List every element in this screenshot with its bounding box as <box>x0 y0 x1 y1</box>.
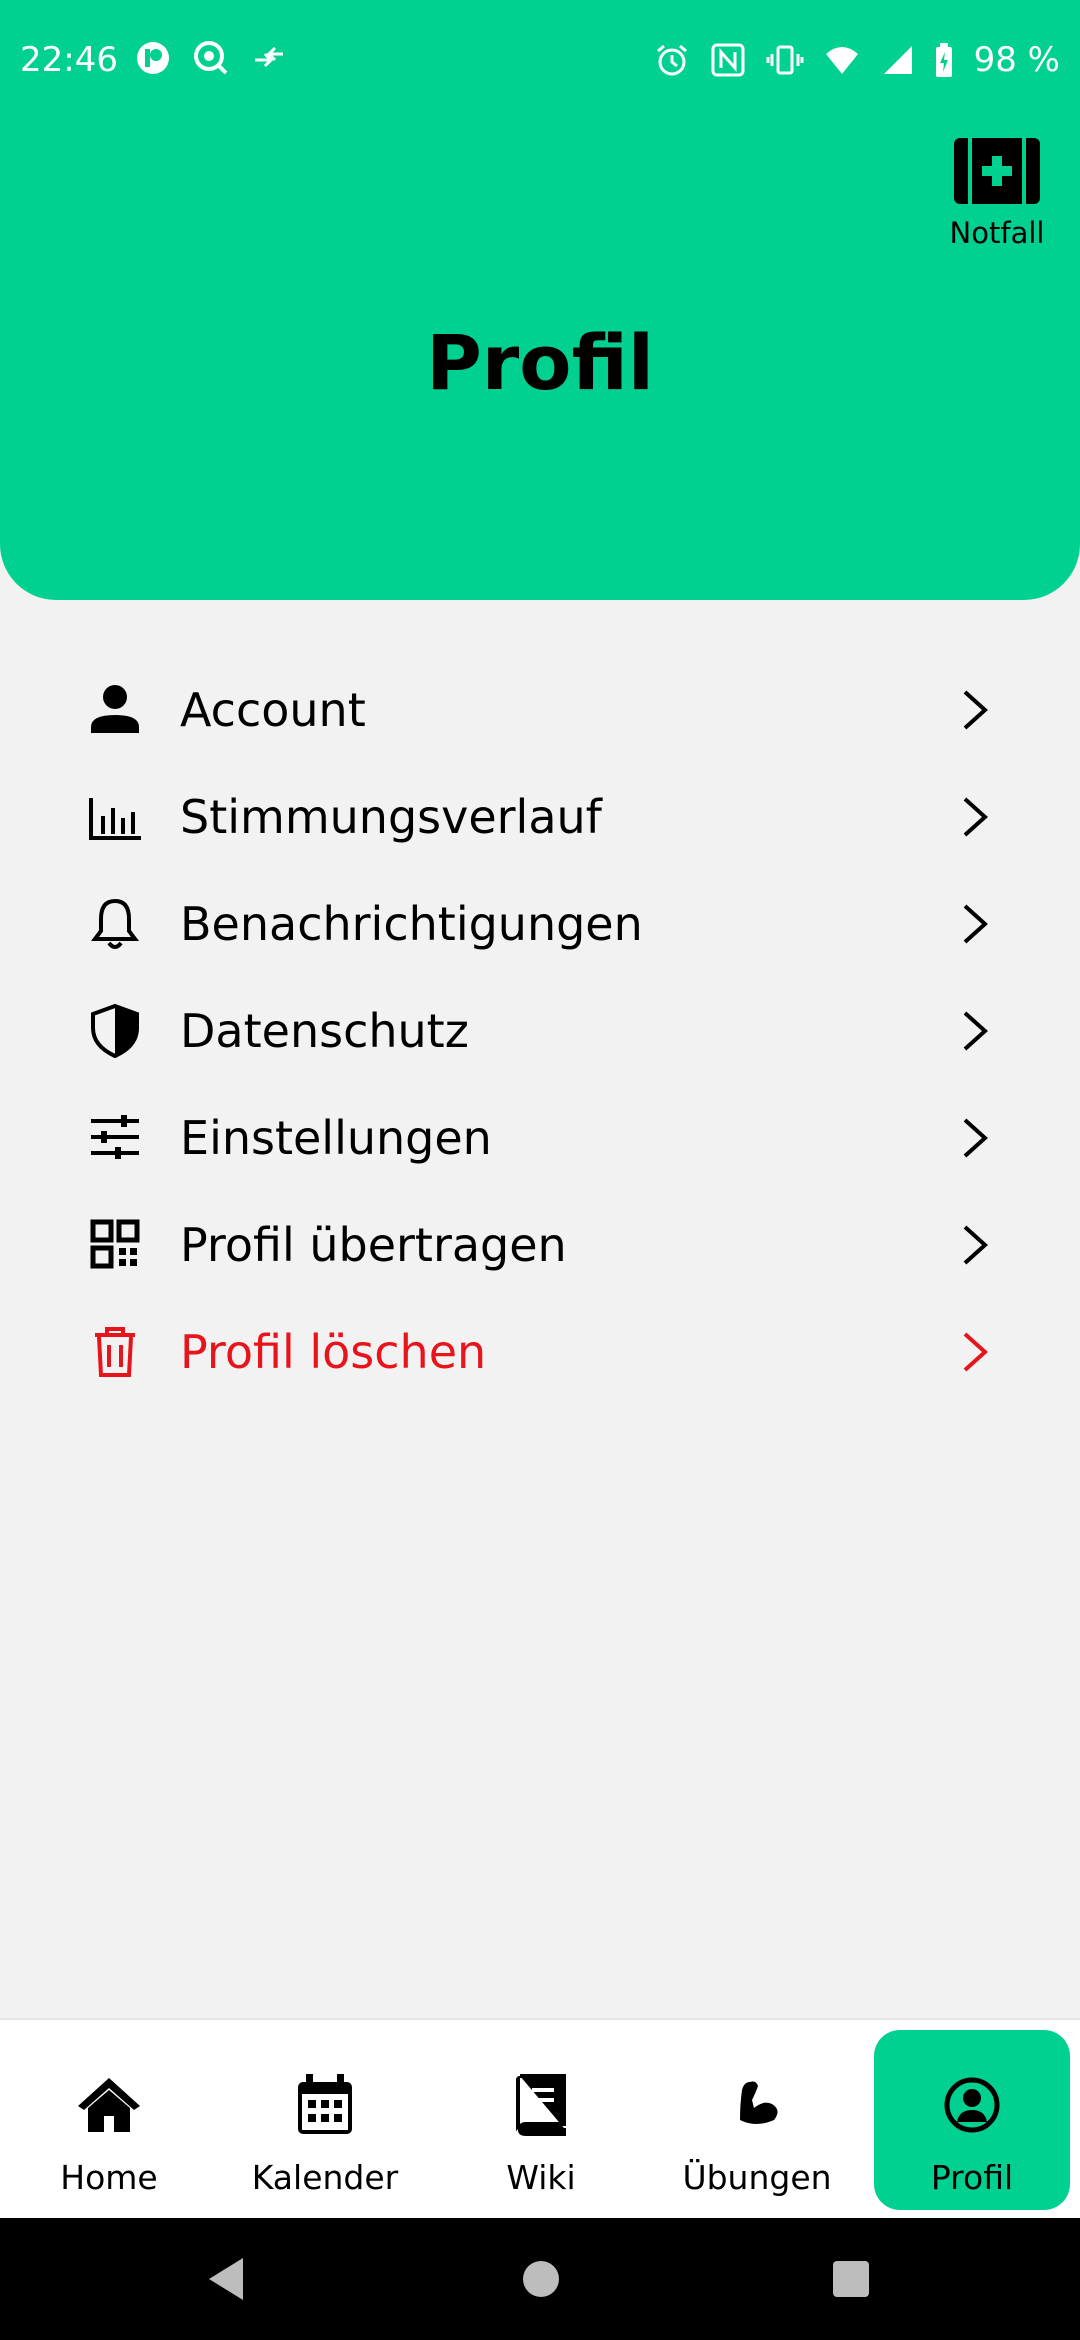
menu-item-label: Benachrichtigungen <box>180 897 643 951</box>
chevron-right-icon <box>955 688 995 732</box>
nav-item-calendar[interactable]: Kalender <box>227 2030 423 2210</box>
chevron-right-icon <box>955 1223 995 1267</box>
home-circle-icon[interactable] <box>522 2260 560 2302</box>
menu-item-label: Einstellungen <box>180 1111 492 1165</box>
bottom-navigation: Home Kalender Wiki Übungen Profil <box>0 2018 1080 2218</box>
vibrate-icon <box>766 42 804 78</box>
nav-item-home[interactable]: Home <box>11 2030 207 2210</box>
profile-circle-icon <box>937 2070 1007 2140</box>
emergency-button[interactable]: Notfall <box>942 138 1052 250</box>
battery-level: 98 % <box>973 40 1060 80</box>
menu-item-mood-history[interactable]: Stimmungsverlauf <box>0 762 1080 869</box>
menu-item-label: Account <box>180 683 366 737</box>
system-navigation-bar <box>0 2218 1080 2340</box>
menu-item-label: Datenschutz <box>180 1004 469 1058</box>
profile-menu: Account Stimmungsverlauf Benachrichtigun… <box>0 655 1080 1404</box>
menu-item-privacy[interactable]: Datenschutz <box>0 976 1080 1083</box>
menu-item-settings[interactable]: Einstellungen <box>0 1083 1080 1190</box>
chart-icon <box>87 788 143 844</box>
battery-icon <box>934 42 954 78</box>
chevron-right-icon <box>955 902 995 946</box>
nav-item-label: Übungen <box>682 2158 832 2197</box>
menu-item-label: Profil löschen <box>180 1325 487 1379</box>
nav-item-label: Wiki <box>506 2158 576 2197</box>
qr-code-icon <box>87 1216 143 1272</box>
menu-item-notifications[interactable]: Benachrichtigungen <box>0 869 1080 976</box>
recents-icon[interactable] <box>832 2260 870 2302</box>
nav-item-exercises[interactable]: Übungen <box>659 2030 855 2210</box>
nav-item-label: Kalender <box>251 2158 399 2197</box>
book-icon <box>506 2070 576 2140</box>
nav-item-label: Profil <box>930 2158 1014 2197</box>
search-app-icon <box>193 40 229 76</box>
app-icon <box>135 40 171 76</box>
back-icon[interactable] <box>205 2256 247 2306</box>
wifi-icon <box>824 42 860 78</box>
sliders-icon <box>87 1109 143 1165</box>
menu-item-label: Profil übertragen <box>180 1218 567 1272</box>
status-bar: 22:46 98 % <box>0 0 1080 120</box>
first-aid-icon <box>954 138 1040 208</box>
nav-item-label: Home <box>60 2158 158 2197</box>
emergency-label: Notfall <box>949 216 1045 250</box>
chevron-right-icon <box>955 795 995 839</box>
trash-icon <box>87 1323 143 1379</box>
signal-icon <box>880 42 914 78</box>
nfc-icon <box>710 42 746 78</box>
alarm-icon <box>654 42 690 78</box>
bell-icon <box>87 895 143 951</box>
calendar-icon <box>290 2070 360 2140</box>
shield-icon <box>87 1002 143 1059</box>
home-icon <box>74 2070 144 2140</box>
menu-item-account[interactable]: Account <box>0 655 1080 762</box>
menu-item-delete-profile[interactable]: Profil löschen <box>0 1297 1080 1404</box>
page-title: Profil <box>426 318 654 407</box>
chevron-right-icon <box>955 1009 995 1053</box>
chevron-right-icon <box>955 1330 995 1374</box>
menu-item-label: Stimmungsverlauf <box>180 790 602 844</box>
muscle-icon <box>722 2070 792 2140</box>
transfer-icon <box>251 40 287 76</box>
status-time: 22:46 <box>20 40 118 80</box>
person-icon <box>87 681 143 737</box>
nav-item-wiki[interactable]: Wiki <box>443 2030 639 2210</box>
chevron-right-icon <box>955 1116 995 1160</box>
nav-item-profile[interactable]: Profil <box>874 2030 1070 2210</box>
menu-item-transfer-profile[interactable]: Profil übertragen <box>0 1190 1080 1297</box>
